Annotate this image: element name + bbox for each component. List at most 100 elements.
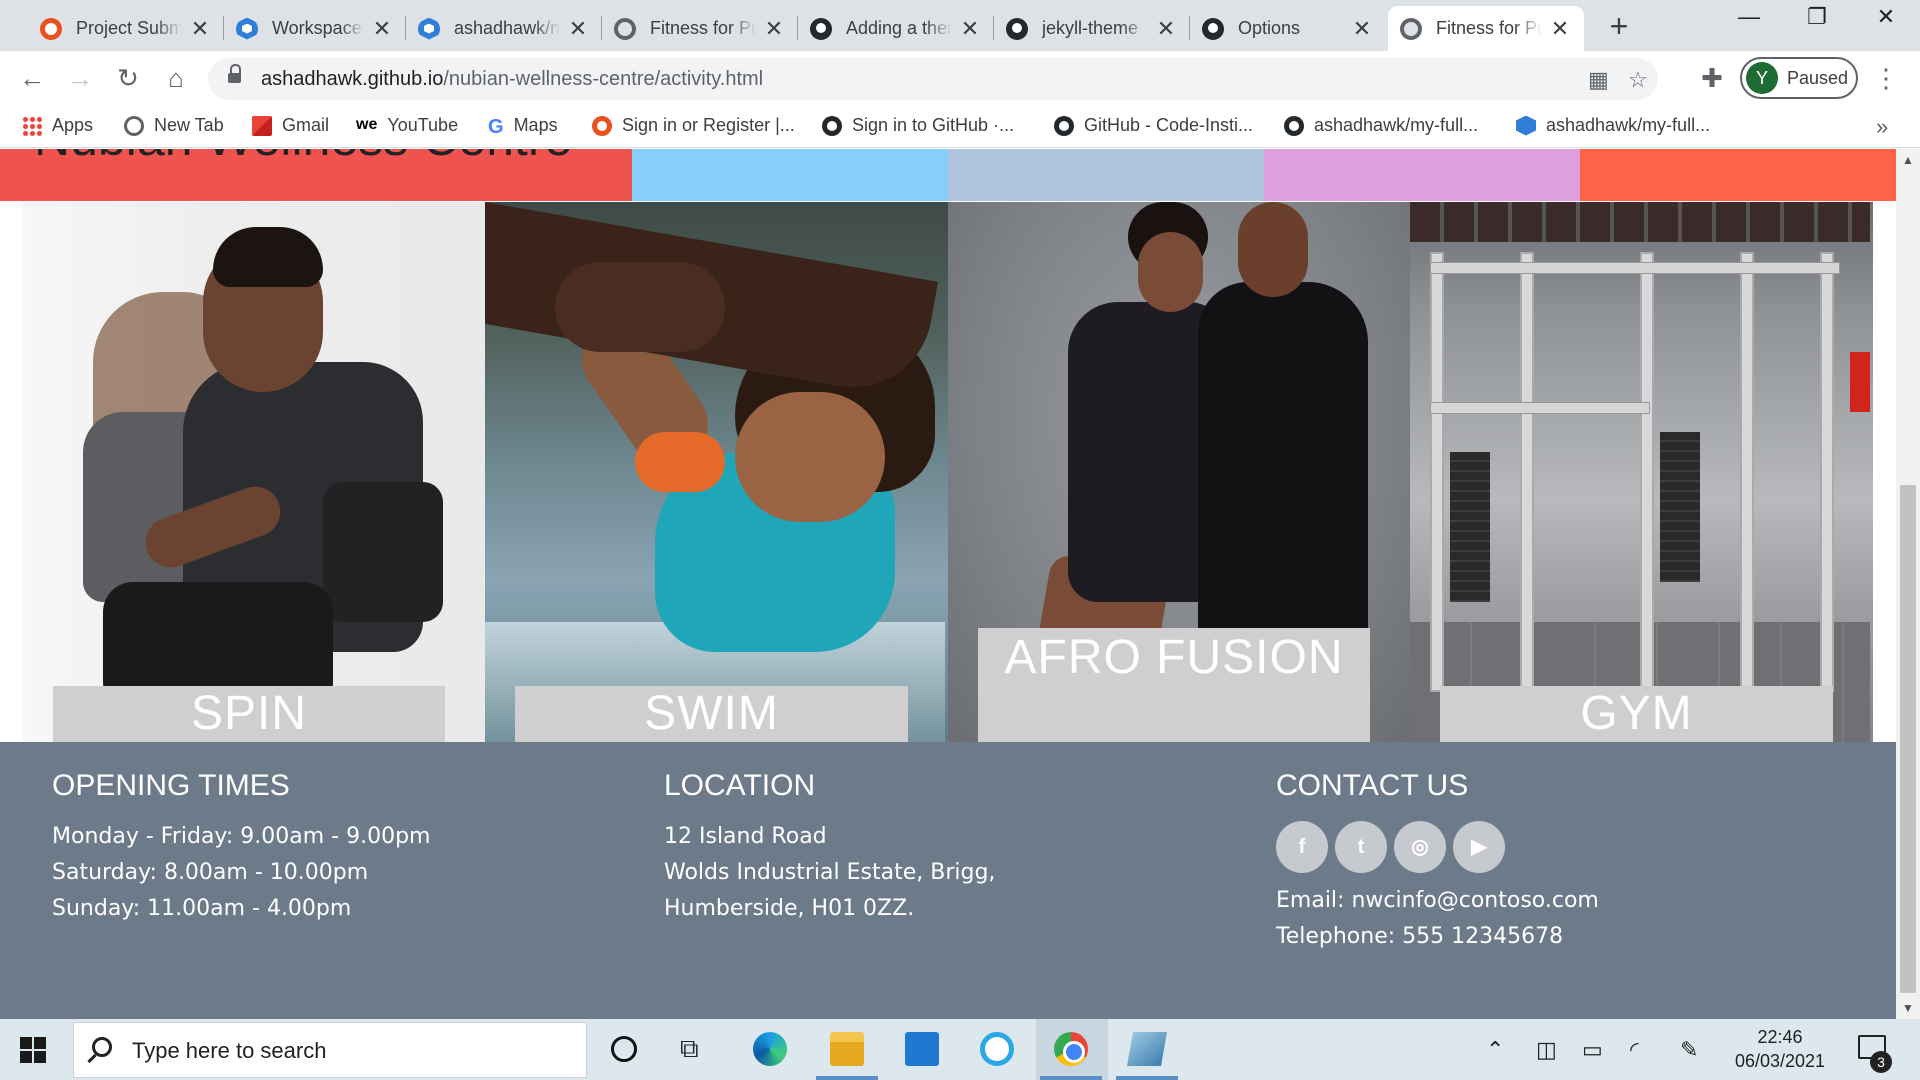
new-tab-button[interactable]: + — [1604, 8, 1634, 45]
bookmark-ashadhawk-github[interactable]: ashadhawk/my-full... — [1284, 115, 1478, 136]
app-icon[interactable] — [1127, 1032, 1167, 1066]
bookmark-label: ashadhawk/my-full... — [1314, 115, 1479, 135]
bookmark-sign-in-github[interactable]: Sign in to GitHub ·... — [822, 115, 1014, 136]
twitter-icon[interactable]: t — [1335, 821, 1387, 873]
facebook-icon[interactable]: f — [1276, 821, 1328, 873]
tab-ashadhawk[interactable]: ashadhawk/my-full ✕ — [406, 6, 602, 51]
forward-arrow-icon[interactable]: → — [64, 63, 96, 95]
notification-count-badge: 3 — [1870, 1051, 1892, 1073]
tab-adding-a-theme[interactable]: Adding a theme ✕ — [798, 6, 994, 51]
footer-heading-opening-times: OPENING TIMES — [52, 769, 290, 802]
meet-now-icon[interactable]: ◫ — [1536, 1037, 1557, 1063]
file-explorer-icon[interactable] — [830, 1032, 864, 1066]
github-icon — [810, 17, 832, 40]
tab-project-submission[interactable]: Project Submission ✕ — [28, 6, 224, 51]
edge-icon[interactable] — [753, 1032, 787, 1066]
scroll-thumb[interactable] — [1900, 485, 1916, 993]
activity-label-swim[interactable]: SWIM — [515, 686, 908, 742]
internet-explorer-icon[interactable] — [980, 1032, 1014, 1066]
tab-options[interactable]: Options ✕ — [1190, 6, 1386, 51]
scroll-up-arrow-icon[interactable]: ▲ — [1902, 153, 1914, 167]
bookmark-label: ashadhawk/my-full... — [1546, 115, 1711, 135]
home-icon[interactable]: ⌂ — [160, 63, 192, 95]
gym-photo-shape — [1430, 262, 1840, 274]
restore-button[interactable]: ❐ — [1802, 4, 1832, 30]
pen-icon[interactable]: ✎ — [1680, 1037, 1698, 1063]
bookmark-new-tab[interactable]: New Tab — [124, 115, 224, 136]
close-icon[interactable]: ✕ — [566, 16, 590, 42]
mail-icon[interactable] — [905, 1032, 939, 1066]
bookmark-maps[interactable]: G Maps — [488, 115, 558, 138]
tab-title: Project Submission — [76, 18, 182, 38]
apps-grid-icon[interactable]: ▦ — [1588, 67, 1609, 93]
menu-dots-icon[interactable]: ⋮ — [1873, 63, 1899, 94]
extensions-puzzle-icon[interactable]: ✚ — [1696, 63, 1728, 95]
activity-label-gym[interactable]: GYM — [1440, 686, 1833, 742]
bookmark-ashadhawk-gitpod[interactable]: ashadhawk/my-full... — [1516, 115, 1710, 136]
apps-grid-icon — [22, 115, 42, 136]
contact-email[interactable]: Email: nwcinfo@contoso.com — [1276, 888, 1599, 913]
reload-icon[interactable]: ↻ — [112, 63, 144, 95]
activity-label-spin[interactable]: SPIN — [53, 686, 445, 742]
github-icon — [1006, 17, 1028, 40]
task-view-icon[interactable]: ⧉ — [680, 1033, 699, 1065]
gym-photo-shape — [1740, 252, 1754, 692]
minimize-button[interactable]: — — [1734, 4, 1764, 30]
bookmark-github-code-institute[interactable]: GitHub - Code-Insti... — [1054, 115, 1253, 136]
close-icon[interactable]: ✕ — [762, 16, 786, 42]
activity-swim-card[interactable]: SWIM — [485, 202, 948, 742]
tab-title: Fitness for Purpose — [1436, 18, 1542, 38]
bookmark-youtube[interactable]: we YouTube — [356, 115, 458, 136]
tab-title: Workspaces — [272, 18, 364, 38]
taskbar-search-input[interactable]: Type here to search — [73, 1022, 587, 1078]
profile-button[interactable]: Y Paused — [1740, 57, 1858, 99]
activity-afro-fusion-card[interactable]: AFRO FUSION — [948, 202, 1410, 742]
cortana-icon[interactable] — [611, 1036, 637, 1062]
activity-label-afro-fusion[interactable]: AFRO FUSION — [978, 628, 1370, 742]
taskbar-clock[interactable]: 22:46 06/03/2021 — [1730, 1025, 1830, 1073]
chrome-icon[interactable] — [1054, 1032, 1088, 1066]
chevron-up-icon[interactable]: ⌃ — [1486, 1037, 1504, 1063]
wifi-icon[interactable]: ◜ — [1630, 1037, 1639, 1063]
star-bookmark-icon[interactable]: ☆ — [1628, 67, 1648, 93]
activity-spin-card[interactable]: SPIN — [23, 202, 485, 742]
tab-jekyll-theme[interactable]: jekyll-theme ✕ — [994, 6, 1190, 51]
windows-start-icon[interactable] — [20, 1037, 46, 1063]
url-text[interactable]: ashadhawk.github.io/nubian-wellness-cent… — [261, 68, 763, 91]
location-line: Wolds Industrial Estate, Brigg, — [664, 860, 996, 885]
tab-title: Options — [1238, 18, 1301, 38]
close-icon[interactable]: ✕ — [1548, 16, 1572, 42]
instagram-icon[interactable]: ◎ — [1394, 821, 1446, 873]
close-window-button[interactable]: ✕ — [1871, 4, 1901, 30]
bookmark-label: New Tab — [154, 115, 224, 135]
gym-photo-shape — [1430, 402, 1650, 414]
close-icon[interactable]: ✕ — [958, 16, 982, 42]
bookmark-gmail[interactable]: Gmail — [252, 115, 329, 136]
youtube-icon[interactable]: ▶ — [1453, 821, 1505, 873]
activity-gym-card[interactable]: GYM — [1410, 202, 1873, 742]
close-icon[interactable]: ✕ — [370, 16, 394, 42]
tab-workspaces[interactable]: Workspaces ✕ — [224, 6, 406, 51]
spin-photo-shape — [323, 482, 443, 622]
page-scrollbar[interactable]: ▲ ▼ — [1896, 149, 1920, 1019]
close-icon[interactable]: ✕ — [1350, 16, 1374, 42]
gym-photo-shape — [1640, 252, 1654, 692]
bookmark-sign-in-register[interactable]: Sign in or Register |... — [592, 115, 795, 136]
opening-line: Monday - Friday: 9.00am - 9.00pm — [52, 824, 431, 849]
bookmark-label: YouTube — [387, 115, 459, 135]
site-footer: OPENING TIMES Monday - Friday: 9.00am - … — [0, 742, 1896, 1019]
back-arrow-icon[interactable]: ← — [16, 63, 48, 95]
scroll-down-arrow-icon[interactable]: ▼ — [1902, 1001, 1914, 1015]
site-title[interactable]: Nubian Wellness Centre — [34, 149, 572, 167]
battery-icon[interactable]: ▭ — [1582, 1037, 1603, 1063]
bookmark-apps[interactable]: Apps — [22, 115, 93, 136]
tab-fitness-for-purpose[interactable]: Fitness for Purpose ✕ — [602, 6, 798, 51]
tab-fitness-for-purpose-active[interactable]: Fitness for Purpose ✕ — [1388, 6, 1584, 51]
close-icon[interactable]: ✕ — [1154, 16, 1178, 42]
address-bar[interactable]: ashadhawk.github.io/nubian-wellness-cent… — [208, 58, 1658, 100]
bookmark-label: Apps — [52, 115, 94, 135]
google-icon: G — [488, 115, 504, 138]
close-icon[interactable]: ✕ — [188, 16, 212, 42]
bookmarks-overflow-button[interactable]: » — [1876, 114, 1888, 140]
tab-title: jekyll-theme — [1042, 18, 1139, 38]
